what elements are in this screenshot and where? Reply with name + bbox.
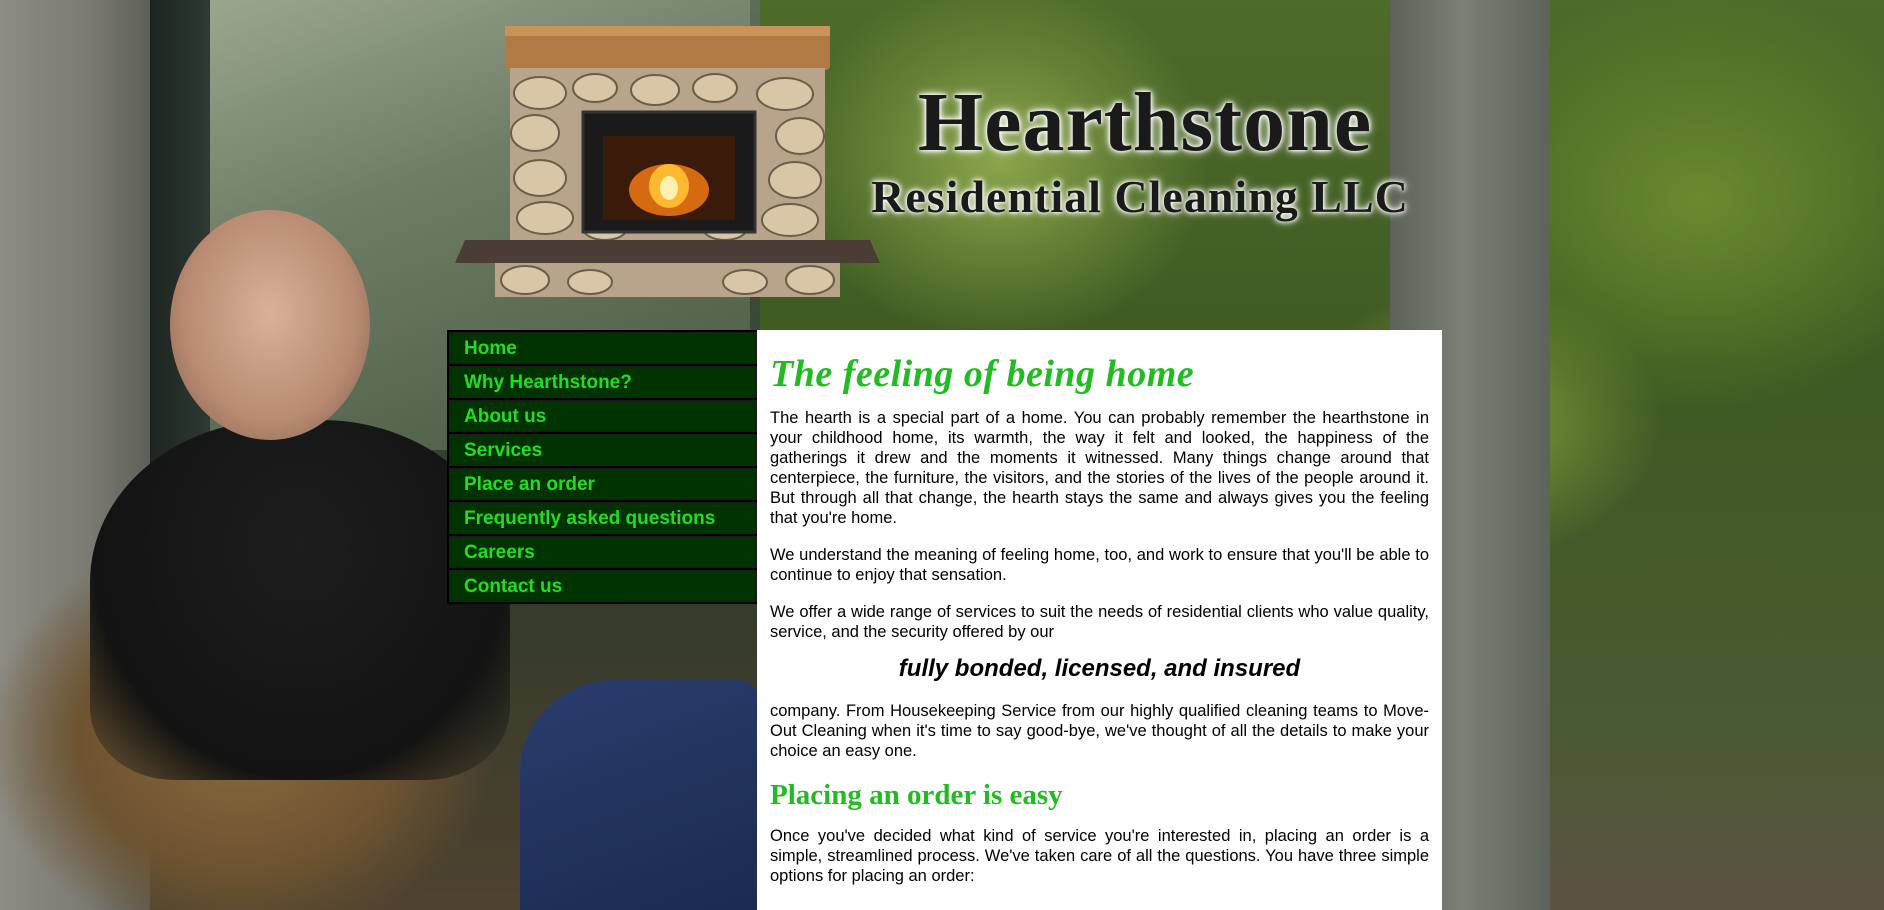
nav-item-why-hearthstone[interactable]: Why Hearthstone?: [449, 366, 757, 398]
order-heading: Placing an order is easy: [770, 779, 1063, 811]
nav-item-home[interactable]: Home: [449, 332, 757, 364]
brand-title: Hearthstone: [917, 76, 1373, 169]
nav-item-faq[interactable]: Frequently asked questions: [449, 502, 757, 534]
brand-subtitle: Residential Cleaning LLC: [871, 171, 1409, 222]
page-heading: The feeling of being home: [770, 353, 1195, 395]
nav-item-contact-us[interactable]: Contact us: [449, 570, 757, 602]
nav-item-about-us[interactable]: About us: [449, 400, 757, 432]
understanding-paragraph: We understand the meaning of feeling hom…: [770, 546, 1429, 584]
nav-item-place-order[interactable]: Place an order: [449, 468, 757, 500]
nav-item-careers[interactable]: Careers: [449, 536, 757, 568]
intro-paragraph: The hearth is a special part of a home. …: [770, 409, 1429, 527]
fireplace-icon: [455, 26, 880, 297]
company-paragraph: company. From Housekeeping Service from …: [770, 702, 1429, 760]
site-logo[interactable]: Hearthstone Residential Cleaning LLC: [455, 18, 1415, 318]
bonded-emphasis: fully bonded, licensed, and insured: [898, 655, 1301, 682]
nav-item-services[interactable]: Services: [449, 434, 757, 466]
order-paragraph: Once you've decided what kind of service…: [770, 827, 1429, 885]
main-content: The feeling of being home The hearth is …: [757, 330, 1442, 910]
main-nav: Home Why Hearthstone? About us Services …: [447, 330, 759, 604]
services-paragraph: We offer a wide range of services to sui…: [770, 603, 1429, 641]
